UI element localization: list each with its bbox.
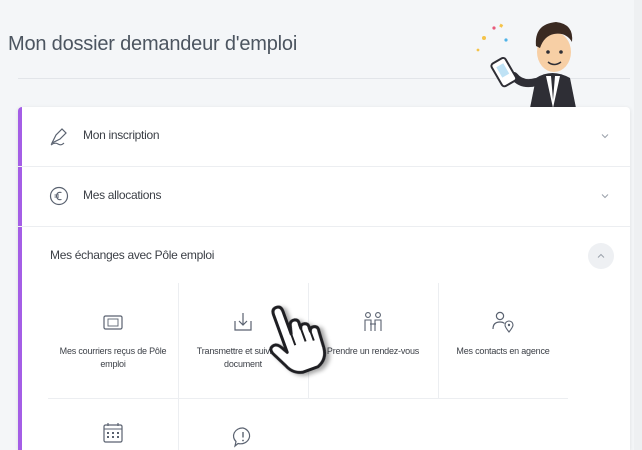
services-grid: Mes courriers reçus de Pôle emploi Trans… bbox=[48, 283, 568, 450]
upload-download-icon bbox=[234, 313, 252, 331]
tile-mes-courriers[interactable]: Mes courriers reçus de Pôle emploi bbox=[48, 283, 178, 398]
page-title: Mon dossier demandeur d'emploi bbox=[8, 33, 298, 55]
accordion-label: Mes allocations bbox=[83, 188, 162, 202]
advisor-illustration bbox=[476, 22, 576, 108]
tile-mes-contacts[interactable]: Mes contacts en agence bbox=[438, 283, 568, 398]
calendar-icon bbox=[103, 423, 123, 443]
mail-inbox-icon bbox=[103, 315, 123, 330]
alert-bubble-icon bbox=[232, 427, 251, 448]
signature-pen-icon bbox=[50, 128, 67, 146]
tile-alert[interactable] bbox=[178, 398, 308, 450]
tile-label: Mes courriers reçus de Pôle emploi bbox=[59, 346, 167, 369]
chevron-down-icon[interactable] bbox=[600, 191, 610, 201]
accordion-mon-inscription[interactable]: Mon inscription bbox=[18, 107, 630, 167]
collapse-button[interactable] bbox=[588, 243, 614, 269]
accordion-mes-allocations[interactable]: Mes allocations bbox=[18, 167, 630, 227]
tile-label: Transmettre et suivre un document bbox=[196, 346, 290, 369]
accordion-label: Mes échanges avec Pôle emploi bbox=[50, 248, 215, 262]
tile-calendar[interactable] bbox=[48, 398, 178, 450]
euro-coin-icon bbox=[49, 186, 69, 206]
accordion-label: Mon inscription bbox=[83, 128, 160, 142]
tile-label: Mes contacts en agence bbox=[456, 346, 550, 356]
meeting-people-icon bbox=[364, 312, 382, 331]
tile-label: Prendre un rendez-vous bbox=[326, 346, 420, 356]
accordion-mes-echanges[interactable]: Mes échanges avec Pôle emploi bbox=[18, 227, 630, 286]
chevron-down-icon[interactable] bbox=[600, 131, 610, 141]
scrollbar-track[interactable] bbox=[634, 0, 642, 450]
contact-location-icon bbox=[492, 311, 514, 333]
tile-prendre-rendez-vous[interactable]: Prendre un rendez-vous bbox=[308, 283, 438, 398]
dossier-card: Mon inscription Mes allocations Mes écha… bbox=[18, 107, 630, 450]
tile-transmettre-document[interactable]: Transmettre et suivre un document bbox=[178, 283, 308, 398]
chevron-up-icon bbox=[597, 253, 605, 258]
